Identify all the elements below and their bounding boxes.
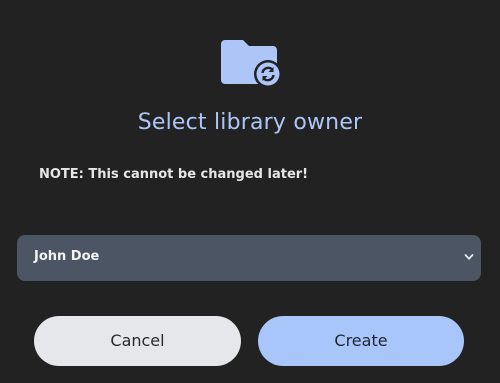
owner-select-value: John Doe bbox=[34, 249, 100, 264]
cancel-button[interactable]: Cancel bbox=[34, 316, 241, 366]
chevron-down-icon bbox=[464, 254, 474, 260]
folder-sync-icon bbox=[221, 40, 282, 88]
owner-select[interactable]: John Doe bbox=[17, 235, 481, 281]
create-button[interactable]: Create bbox=[258, 316, 464, 366]
warning-note: NOTE: This cannot be changed later! bbox=[39, 167, 309, 182]
dialog-title: Select library owner bbox=[137, 110, 363, 135]
select-owner-dialog: Select library owner NOTE: This cannot b… bbox=[0, 0, 500, 383]
